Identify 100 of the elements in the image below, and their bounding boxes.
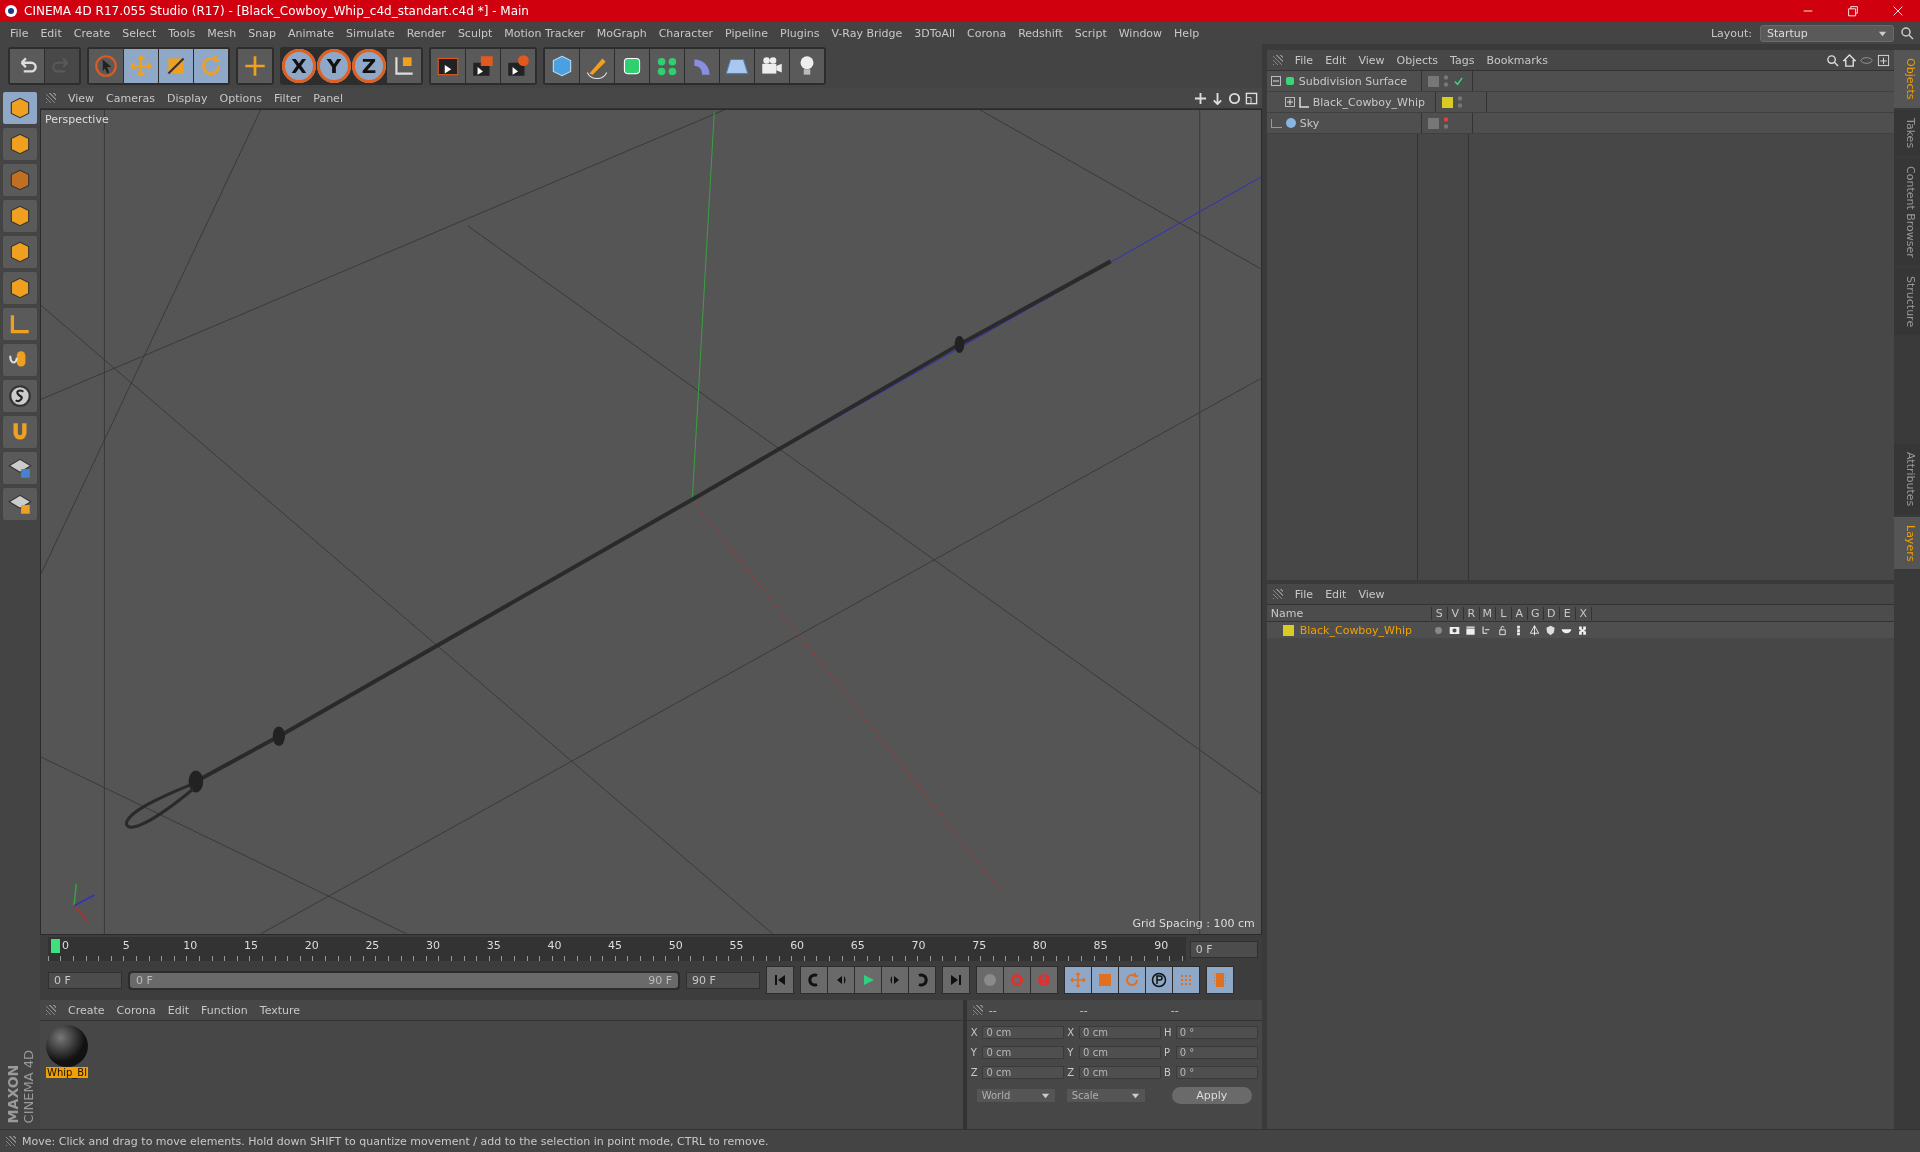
camera-icon[interactable] (755, 49, 789, 83)
material-menu-item[interactable]: Function (195, 1003, 254, 1017)
viewport-menu-item[interactable]: Filter (268, 91, 308, 105)
go-to-start-button[interactable] (767, 967, 793, 993)
maximize-view-icon[interactable] (1244, 91, 1258, 105)
object-name[interactable]: Subdivision Surface (1298, 74, 1408, 88)
workplane-icon[interactable] (3, 164, 37, 196)
caret-icon[interactable] (1040, 1091, 1050, 1100)
floor-icon[interactable] (720, 49, 754, 83)
playhead-marker[interactable] (51, 939, 60, 953)
previous-key-button[interactable] (801, 967, 827, 993)
side-tab[interactable]: Layers (1894, 516, 1920, 569)
menu-item[interactable]: Select (116, 26, 163, 40)
objects-menu-item[interactable]: Edit (1319, 53, 1353, 67)
menu-item[interactable]: Animate (282, 26, 341, 40)
home-icon[interactable] (1843, 53, 1857, 67)
viewport-menu-item[interactable]: Options (213, 91, 268, 105)
orbit-view-icon[interactable] (1227, 91, 1241, 105)
coordinate-field[interactable]: 0 cm (982, 1065, 1065, 1079)
menu-item[interactable]: Create (67, 26, 117, 40)
coordinate-field[interactable]: 0 cm (982, 1025, 1065, 1039)
coordinate-field[interactable]: 0 ° (1175, 1065, 1258, 1079)
side-tab[interactable]: Attributes (1894, 444, 1920, 515)
search-icon[interactable] (1900, 26, 1914, 40)
side-tab[interactable]: Content Browser (1894, 157, 1920, 266)
go-to-end-button[interactable] (943, 967, 969, 993)
clapperboard-icon[interactable] (1465, 624, 1477, 636)
polygons-mode-icon[interactable] (3, 272, 37, 304)
material-name[interactable]: Whip_Bl (46, 1067, 88, 1078)
cloner-icon[interactable] (650, 49, 684, 83)
menu-item[interactable]: Character (652, 26, 719, 40)
side-tab[interactable]: Takes (1894, 109, 1920, 156)
scale-icon[interactable] (159, 49, 193, 83)
menu-item[interactable]: Pipeline (719, 26, 775, 40)
menu-item[interactable]: Sculpt (451, 26, 499, 40)
render-settings-icon[interactable] (501, 49, 535, 83)
menu-item[interactable]: File (4, 26, 35, 40)
menu-item[interactable]: Plugins (774, 26, 826, 40)
side-tab[interactable]: Objects (1894, 50, 1920, 108)
visibility-dots-icon[interactable] (1442, 116, 1449, 130)
mode-dropdown[interactable]: Scale (1066, 1089, 1145, 1102)
menu-item[interactable]: Mesh (201, 26, 243, 40)
pan-view-icon[interactable] (1193, 91, 1207, 105)
current-frame-field[interactable]: 0 F (1189, 940, 1258, 958)
coordinate-field[interactable]: 0 cm (1079, 1065, 1161, 1079)
render-icon[interactable] (466, 49, 500, 83)
tweak-icon[interactable] (3, 344, 37, 376)
axis-lock-button[interactable]: Z (352, 49, 386, 83)
layers-menu-item[interactable]: File (1288, 587, 1320, 601)
menu-item[interactable]: Edit (34, 26, 68, 40)
search-icon[interactable] (1826, 53, 1840, 67)
coordinate-field[interactable]: 0 cm (1079, 1045, 1161, 1059)
menu-item[interactable]: V-Ray Bridge (825, 26, 909, 40)
object-name[interactable]: Black_Cowboy_Whip (1312, 95, 1425, 109)
apply-button[interactable]: Apply (1171, 1087, 1252, 1104)
layers-menu-item[interactable]: View (1352, 587, 1391, 601)
layout-dropdown[interactable]: Startup (1760, 24, 1894, 42)
material-menu-item[interactable]: Create (62, 1003, 111, 1017)
light-bulb-icon[interactable] (790, 49, 824, 83)
objects-menu-item[interactable]: Tags (1444, 53, 1481, 67)
menu-item[interactable]: Corona (961, 26, 1013, 40)
viewport-menu-item[interactable]: Panel (307, 91, 349, 105)
edges-mode-icon[interactable] (3, 236, 37, 268)
visibility-dots-icon[interactable] (1442, 74, 1449, 88)
go-to-start-icon[interactable] (772, 972, 788, 988)
visibility-dots-icon[interactable] (1456, 95, 1463, 109)
unlocked-icon[interactable] (1497, 624, 1509, 636)
layer-name[interactable]: Black_Cowboy_Whip (1299, 623, 1412, 637)
check-icon[interactable] (1452, 75, 1464, 87)
menu-item[interactable]: Render (400, 26, 452, 40)
move-icon[interactable] (238, 49, 272, 83)
viewport-menu-item[interactable]: Cameras (100, 91, 161, 105)
pen-icon[interactable] (580, 49, 614, 83)
coordinate-field[interactable]: 0 ° (1175, 1025, 1258, 1039)
grid-snap-icon[interactable] (3, 488, 37, 520)
play-button[interactable] (855, 967, 881, 993)
timeline-ruler[interactable]: 0 5 10 15 20 25 30 35 40 45 50 55 60 65 70 75 80 85 90 (48, 937, 1186, 961)
material-menu-item[interactable]: Edit (161, 1003, 195, 1017)
axis-lock-button[interactable]: X (282, 49, 316, 83)
viewport-menu-item[interactable]: View (62, 91, 101, 105)
material-preview[interactable] (46, 1025, 88, 1067)
eye-icon[interactable] (1449, 624, 1461, 636)
pyramid-icon[interactable] (1529, 624, 1541, 636)
menu-item[interactable]: Simulate (340, 26, 401, 40)
texture-mode-icon[interactable] (3, 128, 37, 160)
menu-item[interactable]: Snap (242, 26, 282, 40)
parameter-key-icon[interactable] (1151, 972, 1167, 988)
menu-item[interactable]: Window (1112, 26, 1169, 40)
undo-icon[interactable] (10, 49, 44, 83)
coordinate-field[interactable]: 0 cm (982, 1045, 1065, 1059)
coordinate-field[interactable]: 0 cm (1079, 1025, 1161, 1039)
coordinate-field[interactable]: 0 ° (1175, 1045, 1258, 1059)
material-menu-item[interactable]: Texture (253, 1003, 307, 1017)
material-menu-item[interactable]: Corona (110, 1003, 162, 1017)
go-to-end-icon[interactable] (948, 972, 964, 988)
axis-lock-button[interactable]: Y (317, 49, 351, 83)
menu-item[interactable]: Motion Tracker (498, 26, 591, 40)
parameter-key-button[interactable] (1146, 967, 1172, 993)
menu-item[interactable]: MoGraph (590, 26, 653, 40)
3d-viewport[interactable]: Perspective Grid Spacing : 100 cm (40, 109, 1262, 935)
